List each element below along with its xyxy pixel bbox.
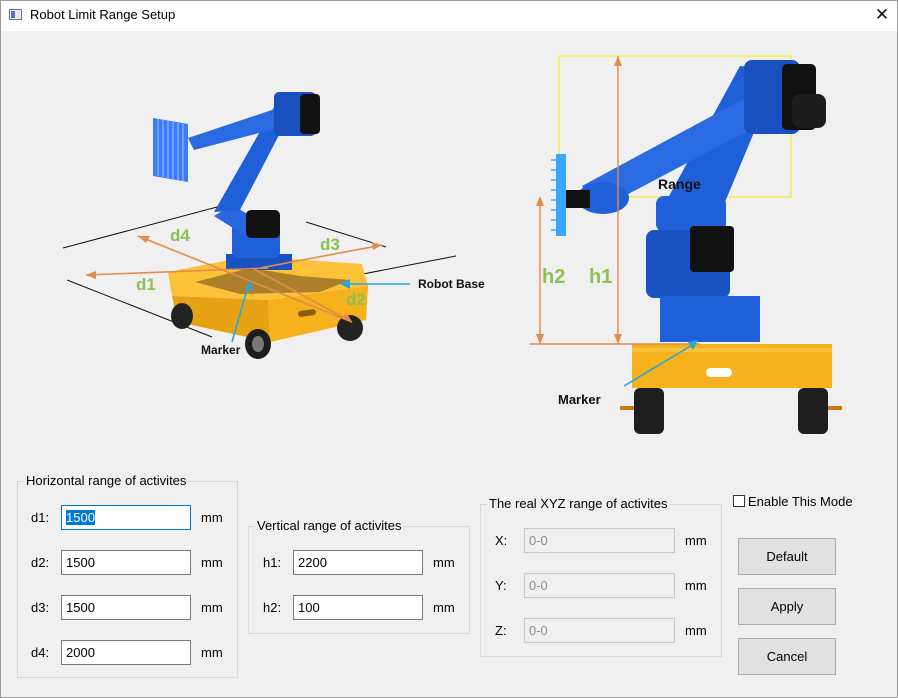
y-range-field: 0-0 — [524, 573, 675, 598]
unit-h2: mm — [433, 600, 455, 615]
cart-wheel — [634, 388, 664, 434]
default-button[interactable]: Default — [738, 538, 836, 575]
label-range: Range — [658, 176, 701, 192]
label-robot-base: Robot Base — [418, 277, 485, 291]
label-d4: d4 — [170, 226, 190, 245]
unit-d2: mm — [201, 555, 223, 570]
enable-mode-label[interactable]: Enable This Mode — [748, 494, 853, 509]
label-h1: h1 — [589, 266, 612, 288]
label-d3: d3 — [320, 235, 340, 254]
close-icon[interactable]: ✕ — [870, 4, 894, 26]
group-horizontal-title: Horizontal range of activites — [24, 473, 189, 488]
unit-y: mm — [685, 578, 707, 593]
group-vertical-title: Vertical range of activites — [255, 518, 404, 533]
label-marker-left: Marker — [201, 343, 241, 357]
label-d4-field: d4: — [31, 645, 50, 660]
label-d2-field: d2: — [31, 555, 50, 570]
cart-wheel — [171, 303, 193, 329]
unit-z: mm — [685, 623, 707, 638]
label-d1: d1 — [136, 275, 156, 294]
app-window-icon — [9, 9, 22, 20]
h2-input[interactable]: 100 — [293, 595, 423, 620]
d1-input[interactable]: 1500 — [61, 505, 191, 530]
apply-button[interactable]: Apply — [738, 588, 836, 625]
label-d1-field: d1: — [31, 510, 50, 525]
window-title: Robot Limit Range Setup — [30, 7, 176, 22]
label-d2: d2 — [346, 290, 366, 309]
title-bar: Robot Limit Range Setup ✕ — [0, 0, 898, 31]
h1-input[interactable]: 2200 — [293, 550, 423, 575]
label-x-field: X: — [495, 533, 508, 548]
mobile-cart-side — [620, 344, 842, 434]
robot-arm-side — [551, 60, 826, 342]
cancel-button[interactable]: Cancel — [738, 638, 836, 675]
label-y-field: Y: — [495, 578, 507, 593]
cart-wheel — [798, 388, 828, 434]
unit-d3: mm — [201, 600, 223, 615]
enable-mode-checkbox[interactable] — [733, 495, 745, 507]
unit-d1: mm — [201, 510, 223, 525]
label-h1-field: h1: — [263, 555, 282, 570]
label-h2-field: h2: — [263, 600, 282, 615]
z-range-field: 0-0 — [524, 618, 675, 643]
d3-input[interactable]: 1500 — [61, 595, 191, 620]
unit-d4: mm — [201, 645, 223, 660]
x-range-field: 0-0 — [524, 528, 675, 553]
label-h2: h2 — [542, 266, 565, 288]
label-d3-field: d3: — [31, 600, 50, 615]
group-real-title: The real XYZ range of activites — [487, 496, 670, 511]
d2-input[interactable]: 1500 — [61, 550, 191, 575]
unit-x: mm — [685, 533, 707, 548]
label-z-field: Z: — [495, 623, 507, 638]
diagram-vertical-range: h2 h1 Range Marker — [530, 55, 842, 434]
unit-h1: mm — [433, 555, 455, 570]
label-marker-right: Marker — [558, 392, 601, 407]
d4-input[interactable]: 2000 — [61, 640, 191, 665]
diagram-horizontal-range: d4 d3 d1 d2 Robot Base Marker — [62, 92, 485, 359]
